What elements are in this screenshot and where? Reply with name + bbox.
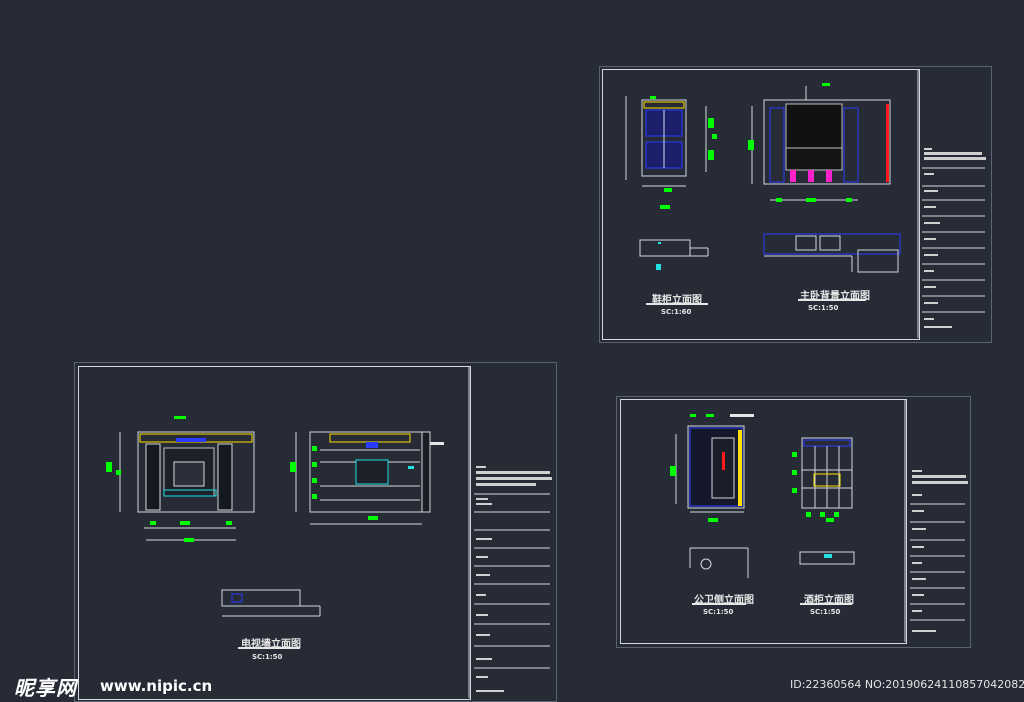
view-scale-bathroom: SC:1:50 xyxy=(703,608,734,616)
drawing-frame-bottom-right xyxy=(620,399,907,644)
view-title-bathroom: 公卫侧立面图 xyxy=(694,595,754,606)
drawing-frame-top-right xyxy=(602,69,920,340)
view-title-master-bedroom: 主卧背景立面图 xyxy=(800,291,870,302)
watermark-url: www.nipic.cn xyxy=(100,677,213,695)
watermark-brand: 昵享网 xyxy=(14,676,77,700)
view-scale-tv-wall: SC:1:50 xyxy=(252,653,283,661)
watermark-id: ID:22360564 NO:20190624110857042082 xyxy=(790,675,1024,695)
view-title-shoe-cabinet: 鞋柜立面图 xyxy=(652,295,702,306)
view-scale-wine-cabinet: SC:1:50 xyxy=(810,608,841,616)
view-title-tv-wall: 电视墙立面图 xyxy=(241,639,301,650)
view-title-wine-cabinet: 酒柜立面图 xyxy=(804,595,854,606)
view-scale-master-bedroom: SC:1:50 xyxy=(808,304,839,312)
view-scale-shoe-cabinet: SC:1:60 xyxy=(661,308,692,316)
